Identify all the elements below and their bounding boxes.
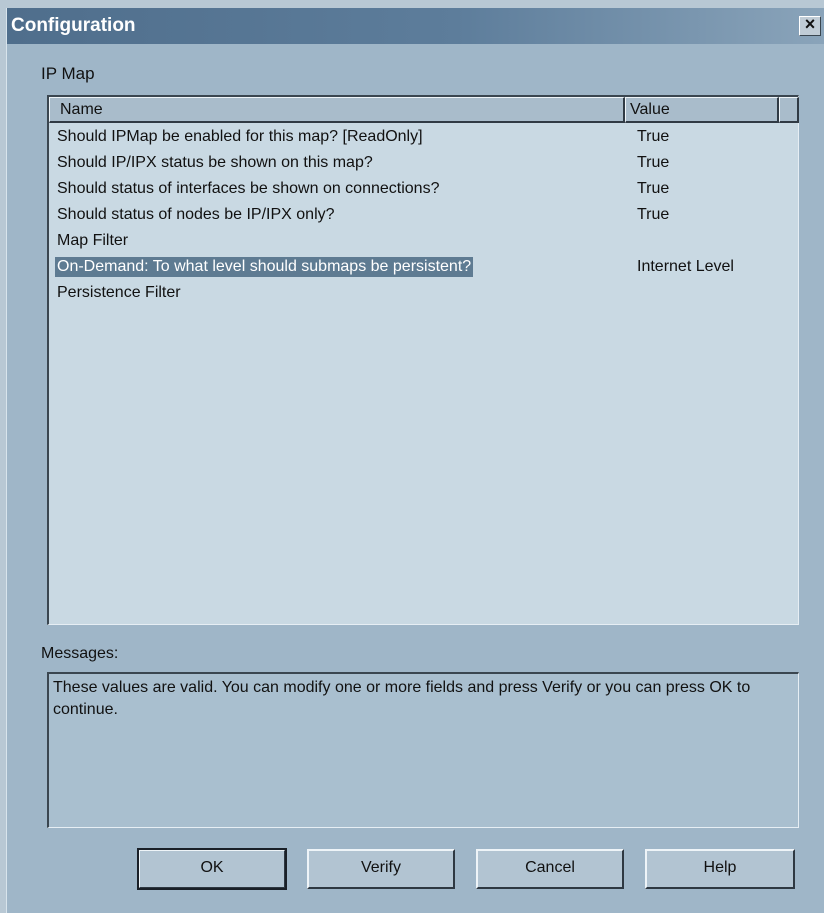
ok-button[interactable]: OK bbox=[137, 848, 287, 890]
list-item-value: True bbox=[637, 128, 670, 145]
list-item-name: On-Demand: To what level should submaps … bbox=[55, 257, 474, 277]
title-bar[interactable]: Configuration × bbox=[7, 8, 824, 44]
cancel-button[interactable]: Cancel bbox=[476, 849, 624, 889]
list-item-value: True bbox=[637, 206, 670, 223]
list-item-value: Internet Level bbox=[637, 258, 734, 275]
list-item-name: Should IP/IPX status be shown on this ma… bbox=[57, 154, 373, 171]
list-item-value: True bbox=[637, 154, 670, 171]
column-header-name[interactable]: Name bbox=[49, 97, 625, 123]
help-button[interactable]: Help bbox=[645, 849, 795, 889]
list-item-value: True bbox=[637, 180, 670, 197]
list-item-name: Should IPMap be enabled for this map? [R… bbox=[57, 128, 423, 145]
messages-label: Messages: bbox=[41, 645, 119, 662]
column-header-value[interactable]: Value bbox=[625, 97, 779, 123]
column-header-filler bbox=[779, 97, 799, 123]
list-item-name: Persistence Filter bbox=[57, 284, 181, 301]
list-item-name: Should status of interfaces be shown on … bbox=[57, 180, 440, 197]
configuration-dialog: Configuration × IP Map Name Value Should… bbox=[6, 8, 824, 913]
config-list[interactable]: Name Value Should IPMap be enabled for t… bbox=[47, 95, 799, 625]
verify-button[interactable]: Verify bbox=[307, 849, 455, 889]
close-icon: × bbox=[804, 14, 816, 34]
group-label: IP Map bbox=[41, 64, 95, 83]
close-button[interactable]: × bbox=[799, 14, 821, 36]
messages-box: These values are valid. You can modify o… bbox=[47, 672, 799, 828]
window-title: Configuration bbox=[11, 15, 136, 36]
list-item-name: Map Filter bbox=[57, 232, 129, 249]
list-item-name: Should status of nodes be IP/IPX only? bbox=[57, 206, 335, 223]
